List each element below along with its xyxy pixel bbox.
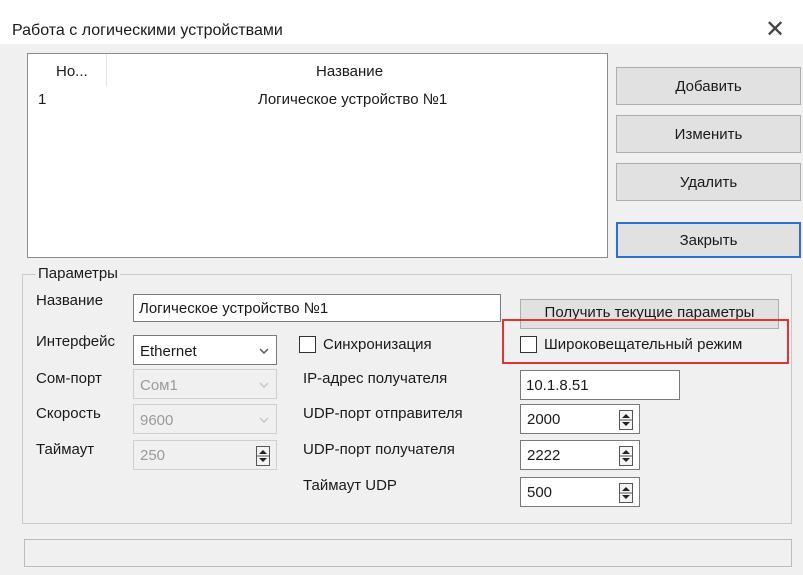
udp-send-port-stepper[interactable]: 2000 — [520, 404, 640, 434]
name-field[interactable] — [133, 294, 501, 322]
list-item-number: 1 — [38, 91, 47, 108]
checkbox-icon[interactable] — [299, 336, 316, 353]
ip-address-field[interactable] — [520, 370, 680, 400]
udp-timeout-label: Таймаут UDP — [303, 477, 397, 494]
window-title: Работа с логическими устройствами — [12, 22, 283, 39]
udp-timeout-value: 500 — [527, 484, 553, 501]
speed-label: Скорость — [36, 405, 101, 422]
udp-recv-label: UDP-порт получателя — [303, 441, 455, 458]
udp-send-port-value: 2000 — [527, 411, 561, 428]
list-item-name: Логическое устройство №1 — [258, 91, 448, 108]
chevron-down-icon — [259, 417, 269, 423]
chevron-down-icon — [259, 382, 269, 388]
spin-arrows-icon[interactable] — [619, 483, 633, 503]
interface-select-value: Ethernet — [140, 343, 197, 360]
interface-label: Интерфейс — [36, 333, 116, 350]
close-button[interactable]: Закрыть — [616, 222, 801, 258]
udp-send-label: UDP-порт отправителя — [303, 405, 463, 422]
spin-arrows-icon[interactable] — [619, 410, 633, 430]
interface-select[interactable]: Ethernet — [133, 335, 277, 365]
status-bar — [24, 539, 792, 567]
spin-arrows-icon[interactable] — [256, 446, 270, 466]
timeout-stepper[interactable]: 250 — [133, 440, 277, 470]
timeout-label: Таймаут — [36, 441, 95, 458]
spin-arrows-icon[interactable] — [619, 446, 633, 466]
dialog-window: Работа с логическими устройствами ✕ Но..… — [0, 0, 803, 575]
udp-recv-port-stepper[interactable]: 2222 — [520, 440, 640, 470]
sync-checkbox-label: Синхронизация — [323, 336, 432, 353]
delete-button[interactable]: Удалить — [616, 163, 801, 201]
list-header: Но... Название — [28, 54, 607, 86]
chevron-down-icon — [259, 348, 269, 354]
highlight-box — [502, 319, 789, 364]
list-item[interactable]: 1 Логическое устройство №1 — [28, 88, 607, 110]
comport-label: Сом-порт — [36, 370, 102, 387]
column-header-number[interactable]: Но... — [28, 54, 107, 86]
parameters-group-label: Параметры — [36, 265, 120, 282]
title-bar: Работа с логическими устройствами ✕ — [0, 0, 803, 44]
add-button[interactable]: Добавить — [616, 67, 801, 105]
timeout-stepper-value: 250 — [140, 447, 166, 464]
udp-timeout-stepper[interactable]: 500 — [520, 477, 640, 507]
column-header-name[interactable]: Название — [106, 54, 607, 86]
sync-checkbox[interactable]: Синхронизация — [299, 336, 432, 353]
close-icon[interactable]: ✕ — [757, 14, 793, 44]
comport-select-value: Сом1 — [140, 377, 178, 394]
comport-select[interactable]: Сом1 — [133, 369, 277, 399]
speed-select-value: 9600 — [140, 412, 174, 429]
name-label: Название — [36, 292, 104, 309]
ip-label: IP-адрес получателя — [303, 370, 448, 387]
udp-recv-port-value: 2222 — [527, 447, 561, 464]
devices-list[interactable]: Но... Название 1 Логическое устройство №… — [27, 53, 608, 258]
speed-select[interactable]: 9600 — [133, 404, 277, 434]
edit-button[interactable]: Изменить — [616, 115, 801, 153]
